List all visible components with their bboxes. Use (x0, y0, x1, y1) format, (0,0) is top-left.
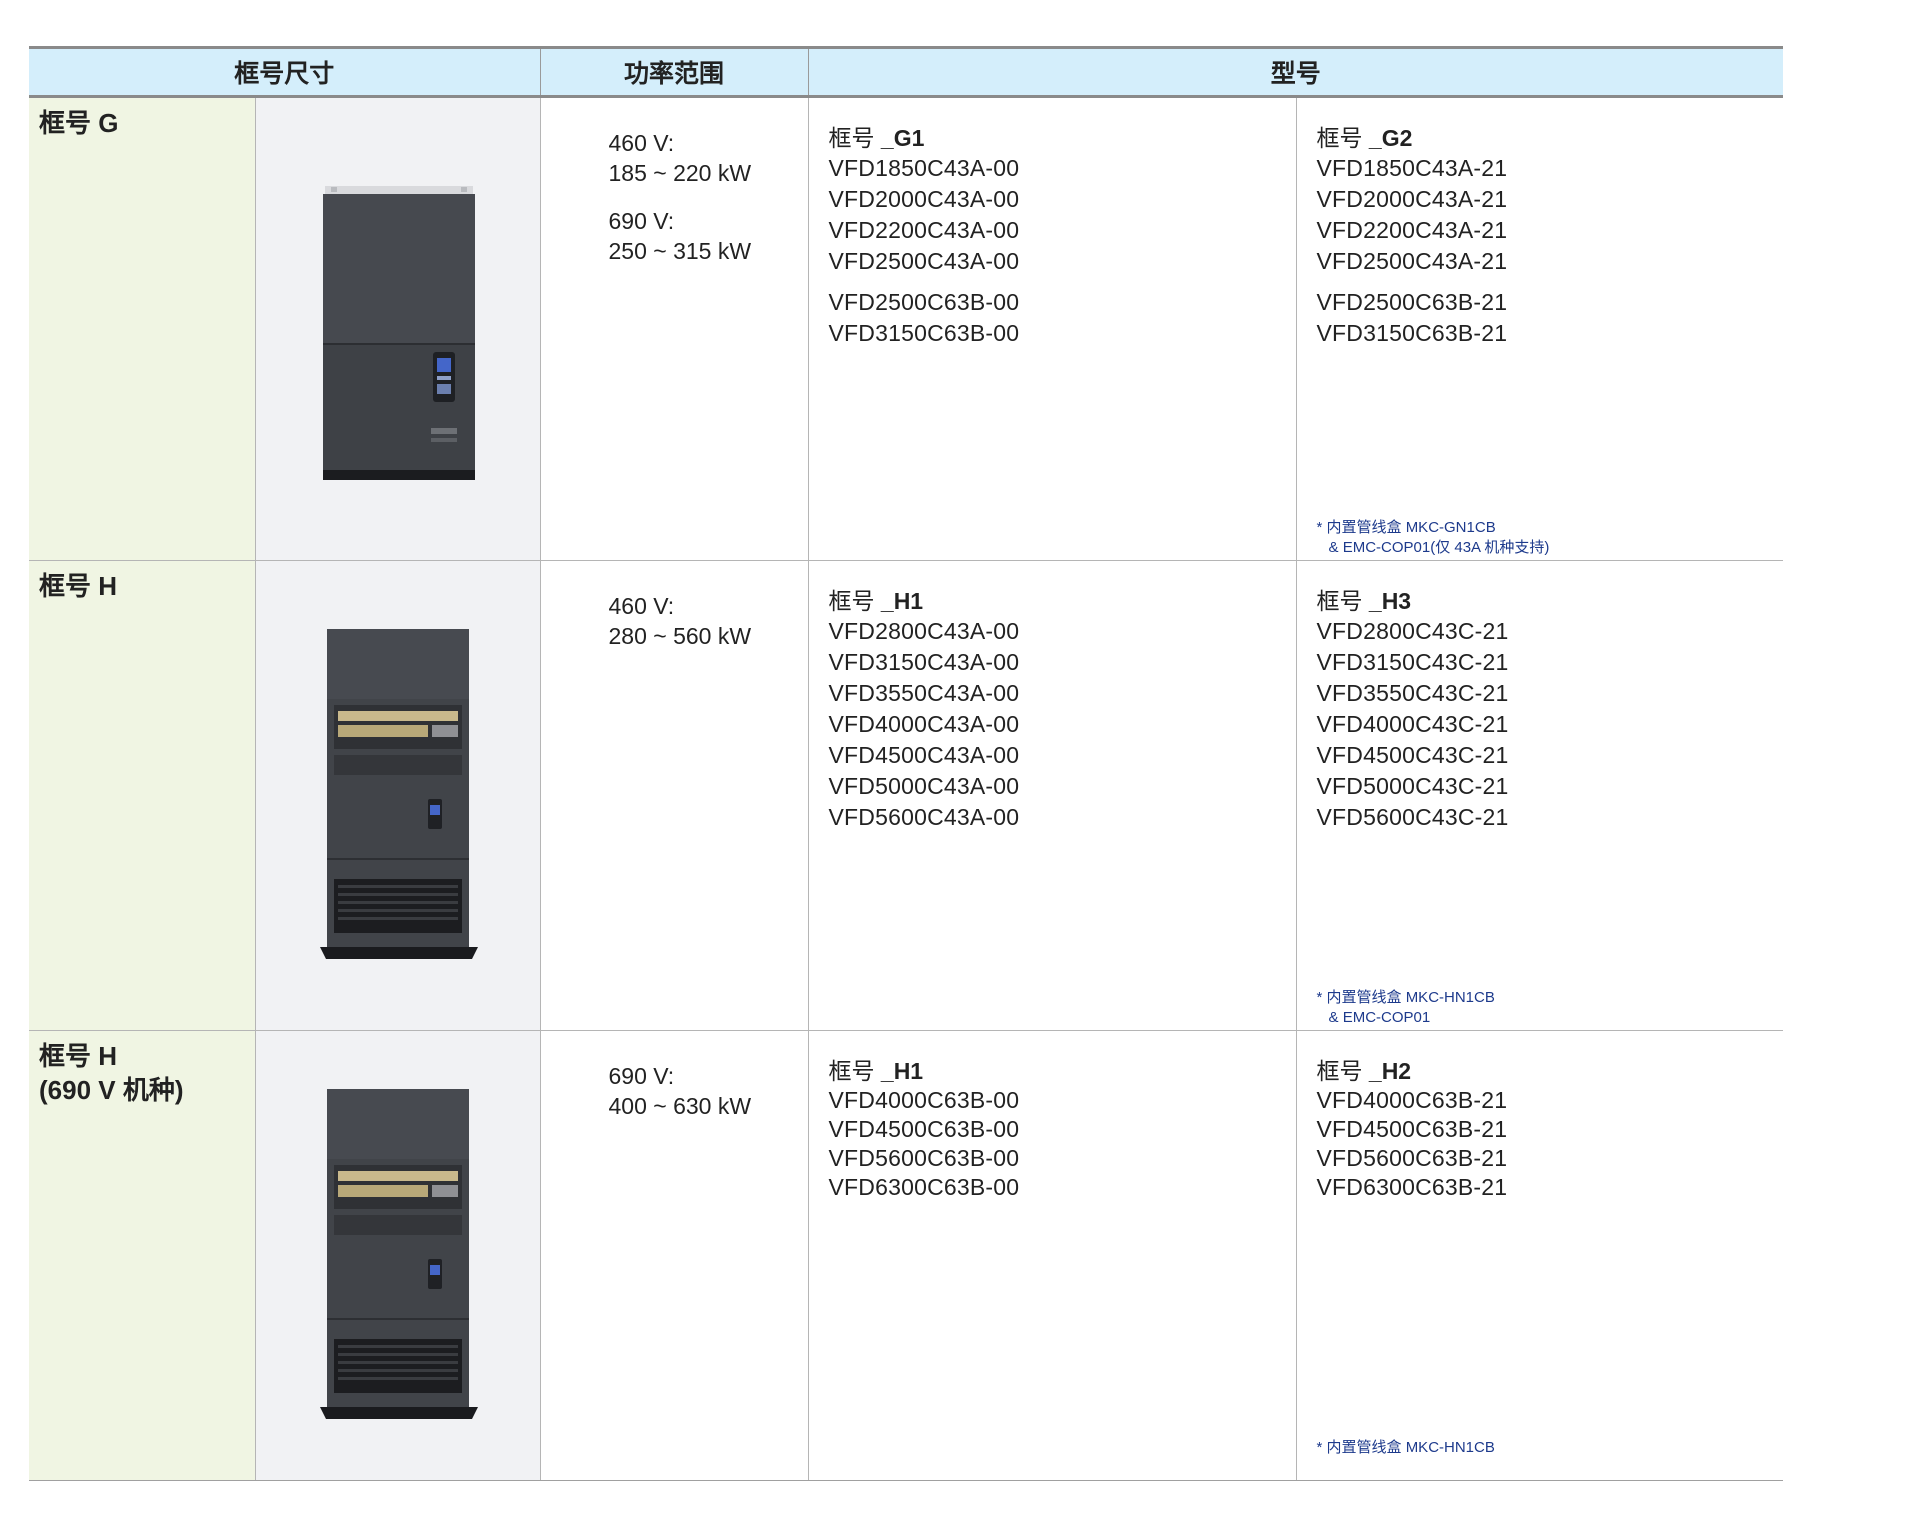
table-row-frame-h-690v: 框号 H (690 V 机种) 690 V: 400 ~ 630 kW 框号 _… (29, 1030, 1784, 1481)
model-code: VFD5600C63B-21 (1316, 1145, 1508, 1171)
model-group-title: 框号 _G1 (828, 125, 925, 151)
frame-cell: 框号 H (690 V 机种) (29, 1030, 255, 1481)
power-group: 460 V: 280 ~ 560 kW (609, 591, 808, 651)
power-cell: 690 V: 400 ~ 630 kW (539, 1030, 809, 1481)
drive-h-690v-image (319, 1089, 478, 1419)
frame-sublabel: (690 V 机种) (39, 1075, 184, 1105)
power-group: 460 V: 185 ~ 220 kW (609, 128, 808, 188)
footnote: * 内置管线盒 MKC-HN1CB (1317, 1438, 1495, 1458)
model-code: VFD5600C43C-21 (1316, 804, 1509, 830)
header-power-range: 功率范围 (539, 46, 809, 98)
footnote-line: * 内置管线盒 MKC-HN1CB (1316, 1439, 1495, 1456)
product-image-cell (254, 96, 541, 561)
model-code: VFD6300C63B-00 (828, 1174, 1020, 1200)
model-group-title: 框号 _H3 (1316, 588, 1412, 614)
model-code: VFD6300C63B-21 (1316, 1174, 1508, 1200)
model-cell-left: 框号 _H1 VFD2800C43A-00 VFD3150C43A-00 VFD… (807, 560, 1297, 1031)
frame-label: 框号 H (690 V 机种) (29, 1031, 255, 1107)
model-code: VFD4000C43A-00 (828, 711, 1020, 737)
table-row-frame-g: 框号 G 460 V: 185 ~ 220 kW 690 V: 250 ~ 31… (29, 96, 1784, 561)
model-code: VFD3550C43A-00 (828, 680, 1020, 706)
power-cell: 460 V: 185 ~ 220 kW 690 V: 250 ~ 315 kW (539, 96, 809, 561)
model-cell-left: 框号 _G1 VFD1850C43A-00 VFD2000C43A-00 VFD… (807, 96, 1297, 561)
model-table: 框号尺寸 功率范围 型号 框号 G 460 V: 185 ~ 220 kW 69… (29, 46, 1784, 1481)
model-code: VFD1850C43A-00 (828, 155, 1020, 181)
model-code: VFD5000C43C-21 (1316, 773, 1509, 799)
model-code: VFD3150C63B-00 (828, 320, 1020, 346)
model-group-title: 框号 _H1 (828, 588, 924, 614)
footnote-line: & EMC-COP01(仅 43A 机种支持) (1328, 539, 1550, 556)
model-code: VFD1850C43A-21 (1316, 155, 1508, 181)
power-group: 690 V: 250 ~ 315 kW (609, 206, 808, 266)
model-code: VFD3150C43C-21 (1316, 649, 1509, 675)
model-code: VFD4000C63B-00 (828, 1087, 1020, 1113)
power-voltage: 690 V: (608, 208, 675, 234)
model-cell-right: 框号 _H3 VFD2800C43C-21 VFD3150C43C-21 VFD… (1295, 560, 1784, 1031)
model-code: VFD3150C63B-21 (1316, 320, 1508, 346)
footnote-line: * 内置管线盒 MKC-GN1CB (1316, 519, 1496, 536)
model-code: VFD2500C63B-21 (1316, 289, 1508, 315)
power-range: 280 ~ 560 kW (608, 623, 752, 649)
model-cell-right: 框号 _H2 VFD4000C63B-21 VFD4500C63B-21 VFD… (1295, 1030, 1784, 1481)
model-code: VFD2000C43A-00 (828, 186, 1020, 212)
frame-cell: 框号 H (29, 560, 255, 1031)
model-code: VFD4500C43C-21 (1316, 742, 1509, 768)
power-range: 185 ~ 220 kW (608, 160, 752, 186)
model-code: VFD3550C43C-21 (1316, 680, 1509, 706)
model-code: VFD2800C43C-21 (1316, 618, 1509, 644)
header-frame-size: 框号尺寸 (29, 46, 541, 98)
model-cell-left: 框号 _H1 VFD4000C63B-00 VFD4500C63B-00 VFD… (807, 1030, 1297, 1481)
model-code: VFD4000C63B-21 (1316, 1087, 1508, 1113)
model-code: VFD4000C43C-21 (1316, 711, 1509, 737)
power-voltage: 460 V: (608, 593, 675, 619)
power-cell: 460 V: 280 ~ 560 kW (539, 560, 809, 1031)
model-code: VFD4500C63B-21 (1316, 1116, 1508, 1142)
model-code: VFD2200C43A-00 (828, 217, 1020, 243)
frame-cell: 框号 G (29, 96, 255, 561)
product-image-cell (254, 560, 541, 1031)
model-code: VFD2500C63B-00 (828, 289, 1020, 315)
power-voltage: 460 V: (608, 130, 675, 156)
frame-label: 框号 H (39, 571, 118, 601)
drive-h-image (319, 629, 478, 959)
header-model: 型号 (807, 46, 1784, 98)
footnote: * 内置管线盒 MKC-HN1CB & EMC-COP01 (1317, 988, 1495, 1028)
model-code: VFD2800C43A-00 (828, 618, 1020, 644)
table-header-row: 框号尺寸 功率范围 型号 (29, 46, 1784, 98)
footnote-line: & EMC-COP01 (1328, 1009, 1431, 1026)
model-code: VFD2200C43A-21 (1316, 217, 1508, 243)
model-code: VFD2000C43A-21 (1316, 186, 1508, 212)
power-group: 690 V: 400 ~ 630 kW (609, 1061, 808, 1121)
model-cell-right: 框号 _G2 VFD1850C43A-21 VFD2000C43A-21 VFD… (1295, 96, 1784, 561)
model-code: VFD5600C43A-00 (828, 804, 1020, 830)
footnote: * 内置管线盒 MKC-GN1CB & EMC-COP01(仅 43A 机种支持… (1317, 518, 1550, 558)
model-code: VFD5000C43A-00 (828, 773, 1020, 799)
power-range: 250 ~ 315 kW (608, 238, 752, 264)
power-range: 400 ~ 630 kW (608, 1093, 752, 1119)
model-code: VFD5600C63B-00 (828, 1145, 1020, 1171)
model-code: VFD2500C43A-21 (1316, 248, 1508, 274)
model-group-title: 框号 _H2 (1316, 1058, 1412, 1084)
model-group-title: 框号 _G2 (1316, 125, 1413, 151)
model-code: VFD3150C43A-00 (828, 649, 1020, 675)
model-group-title: 框号 _H1 (828, 1058, 924, 1084)
model-code: VFD4500C43A-00 (828, 742, 1020, 768)
model-code: VFD2500C43A-00 (828, 248, 1020, 274)
footnote-line: * 内置管线盒 MKC-HN1CB (1316, 989, 1495, 1006)
table-row-frame-h: 框号 H 460 V: 280 ~ 560 kW 框号 _H1 VFD2800C… (29, 560, 1784, 1031)
power-voltage: 690 V: (608, 1063, 675, 1089)
model-code: VFD4500C63B-00 (828, 1116, 1020, 1142)
product-image-cell (254, 1030, 541, 1481)
drive-g-image (322, 186, 475, 480)
frame-label: 框号 G (39, 108, 119, 138)
